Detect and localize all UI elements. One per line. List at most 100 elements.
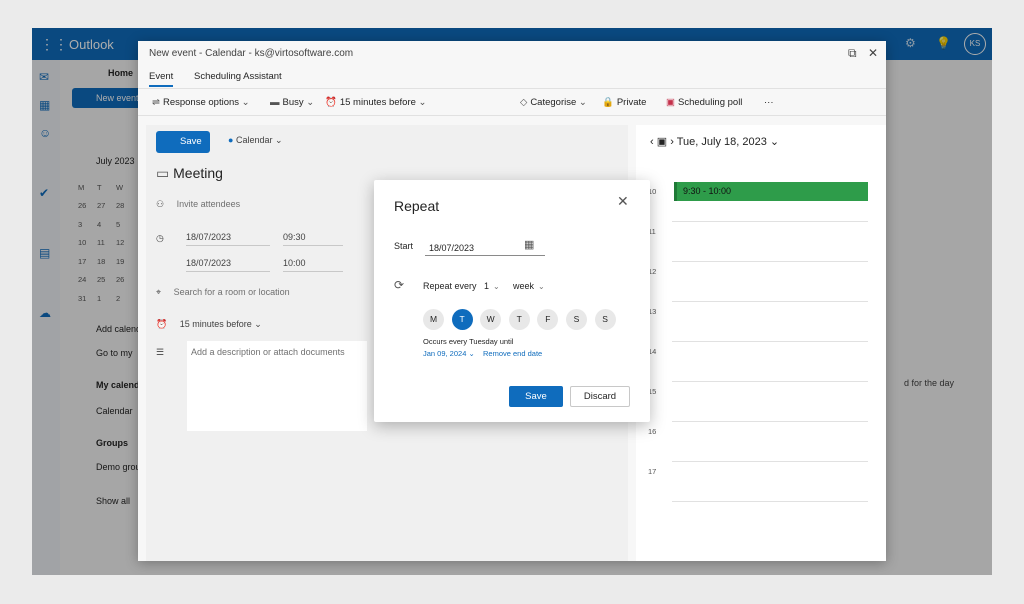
repeat-every-label: Repeat every: [423, 281, 477, 291]
calendar-color-dot-icon: ●: [228, 135, 234, 145]
hour-divider: [672, 381, 868, 382]
private-button[interactable]: 🔒 Private: [602, 97, 646, 108]
unit-value: week: [513, 281, 535, 291]
hour-label: 17: [648, 467, 657, 476]
day-view-date[interactable]: Tue, July 18, 2023: [677, 136, 767, 148]
calendar-icon[interactable]: ▦: [524, 238, 534, 251]
hour-divider: [672, 421, 868, 422]
busy-button[interactable]: ▬ Busy ⌄: [270, 97, 317, 108]
hour-divider: [672, 461, 868, 462]
tab-event[interactable]: Event: [149, 71, 174, 87]
discard-button[interactable]: Discard: [570, 386, 630, 407]
location-field[interactable]: ⌖ Search for a room or location: [156, 287, 290, 298]
repeat-icon: ⟳: [394, 278, 405, 292]
weekday-picker: MTWTFSS: [423, 309, 623, 330]
invite-field[interactable]: ⚇ Invite attendees: [156, 199, 240, 210]
end-date-value: Jan 09, 2024: [423, 349, 467, 358]
hour-label: 16: [648, 427, 657, 436]
next-day-icon[interactable]: ›: [670, 136, 674, 148]
interval-value: 1: [484, 281, 490, 291]
chevron-down-icon: ⌄: [275, 135, 283, 145]
poll-icon: ▣: [666, 97, 675, 108]
scheduling-poll-label: Scheduling poll: [677, 97, 743, 108]
description-box[interactable]: Add a description or attach documents: [187, 341, 367, 431]
interval-dropdown[interactable]: 1 ⌄: [484, 281, 500, 291]
popout-icon[interactable]: ⧉: [848, 46, 857, 61]
chevron-down-icon: ⌄: [493, 282, 500, 291]
calendar-picker-label: Calendar: [235, 135, 273, 145]
location-placeholder: Search for a room or location: [173, 287, 290, 297]
repeat-dialog: Repeat ✕ Start ▦ ⟳ Repeat every 1⌄ week⌄…: [374, 180, 650, 422]
close-window-icon[interactable]: ✕: [868, 46, 878, 60]
reminder-field[interactable]: ⏰ 15 minutes before ⌄: [156, 319, 262, 330]
close-icon[interactable]: ✕: [617, 193, 629, 210]
save-button[interactable]: Save: [509, 386, 563, 407]
repeat-dialog-title: Repeat: [394, 198, 440, 214]
weekday-toggle[interactable]: T: [451, 309, 473, 330]
chevron-down-icon: ⌄: [578, 97, 587, 108]
description-placeholder: Add a description or attach documents: [191, 347, 345, 357]
alarm-icon: ⏰: [156, 319, 168, 329]
alarm-icon: ⏰: [325, 97, 337, 108]
reminder-value: 15 minutes before: [179, 319, 252, 329]
chevron-down-icon: ⌄: [418, 97, 427, 108]
chevron-down-icon: ⌄: [306, 97, 315, 108]
people-add-icon: ⚇: [156, 199, 165, 209]
start-time-field[interactable]: 09:30: [283, 232, 343, 246]
start-date-field[interactable]: 18/07/2023: [186, 232, 270, 246]
start-label: Start: [394, 241, 414, 251]
end-date-field[interactable]: 18/07/2023: [186, 258, 270, 272]
response-options-button[interactable]: ⇌ Response options ⌄: [152, 97, 253, 108]
occurs-text: Occurs every Tuesday until: [423, 337, 514, 346]
title-field[interactable]: ▭ Meeting: [156, 165, 223, 182]
description-icon: ☰: [156, 347, 165, 357]
more-options-button[interactable]: ···: [764, 97, 774, 108]
calendar-event[interactable]: 9:30 - 10:00: [674, 182, 868, 201]
reminder-label: 15 minutes before: [339, 97, 416, 108]
weekday-toggle[interactable]: S: [594, 309, 616, 330]
event-toolbar: ⇌ Response options ⌄ ▬ Busy ⌄ ⏰ 15 minutes …: [138, 88, 886, 116]
chevron-down-icon: ⌄: [769, 136, 780, 148]
end-date-dropdown[interactable]: Jan 09, 2024 ⌄: [423, 349, 475, 358]
day-view-pane: ‹ ▣ › Tue, July 18, 2023 ⌄ 10 11 12 13 14 15 1…: [636, 125, 886, 561]
private-label: Private: [616, 97, 647, 108]
invite-placeholder: Invite attendees: [176, 199, 241, 209]
hour-divider: [672, 261, 868, 262]
calendar-picker[interactable]: ● Calendar ⌄: [228, 135, 283, 146]
hour-divider: [672, 341, 868, 342]
busy-icon: ▬: [270, 97, 280, 108]
busy-label: Busy: [282, 97, 304, 108]
clock-icon: ◷: [156, 233, 164, 243]
tab-scheduling-assistant[interactable]: Scheduling Assistant: [194, 71, 282, 82]
weekday-toggle[interactable]: S: [565, 309, 587, 330]
weekday-toggle[interactable]: F: [537, 309, 559, 330]
categorise-label: Categorise: [530, 97, 577, 108]
end-time-field[interactable]: 10:00: [283, 258, 343, 272]
hour-divider: [672, 221, 868, 222]
event-save-button[interactable]: Save: [156, 131, 210, 153]
scheduling-poll-button[interactable]: ▣ Scheduling poll: [666, 97, 742, 108]
categorise-button[interactable]: ◇ Categorise ⌄: [520, 97, 590, 108]
reminder-button[interactable]: ⏰ 15 minutes before ⌄: [325, 97, 430, 108]
chevron-down-icon: ⌄: [254, 319, 262, 329]
weekday-toggle[interactable]: M: [423, 309, 444, 330]
prev-day-icon[interactable]: ‹: [650, 136, 654, 148]
unit-dropdown[interactable]: week ⌄: [513, 281, 545, 291]
chevron-down-icon: ⌄: [468, 349, 475, 358]
response-options-label: Response options: [162, 97, 240, 108]
tag-icon: ◇: [520, 97, 528, 108]
remove-end-date-link[interactable]: Remove end date: [483, 349, 542, 358]
chat-icon: ▭: [156, 165, 170, 181]
weekday-toggle[interactable]: W: [480, 309, 502, 330]
today-icon[interactable]: ▣: [657, 136, 667, 148]
chevron-down-icon: ⌄: [241, 97, 250, 108]
lock-icon: 🔒: [602, 97, 614, 108]
weekday-toggle[interactable]: T: [508, 309, 530, 330]
title-value: Meeting: [173, 165, 223, 181]
hour-divider: [672, 301, 868, 302]
event-window-title: New event - Calendar - ks@virtosoftware.…: [149, 48, 354, 59]
location-pin-icon: ⌖: [156, 287, 162, 297]
response-options-icon: ⇌: [152, 97, 160, 108]
chevron-down-icon: ⌄: [538, 282, 545, 291]
hour-divider: [672, 501, 868, 502]
